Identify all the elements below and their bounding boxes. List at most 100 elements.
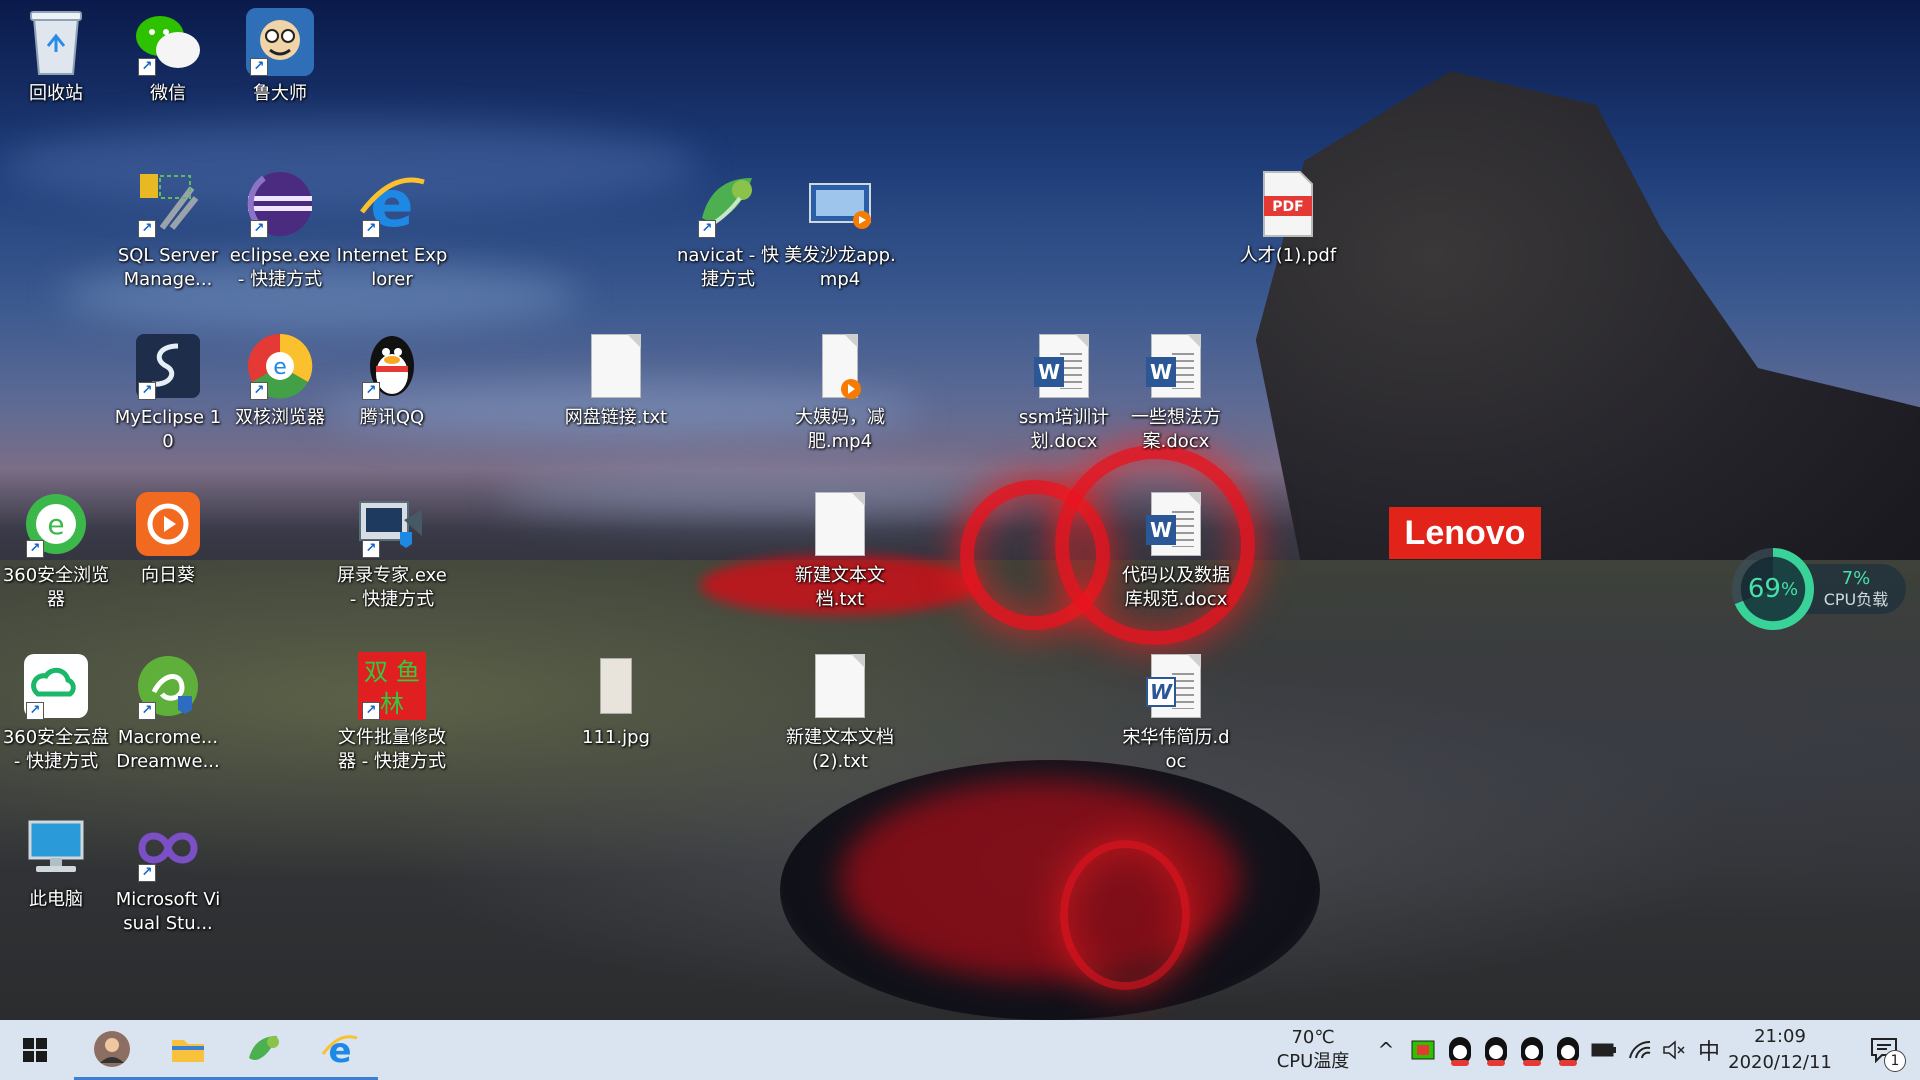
wallpaper-reflection [1060,840,1190,990]
desktop-icon-video-salon[interactable]: 美发沙龙app.mp4 [784,168,896,292]
document-page: W [1146,492,1201,556]
taskbar-navicat[interactable] [226,1020,302,1080]
internet-explorer-icon: e ↗ [356,168,428,240]
screen-recorder-icon: ↗ [356,488,428,560]
dreamweaver-icon: ↗ [132,650,204,722]
icon-label: 代码以及数据库规范.docx [1122,565,1230,610]
cpu-usage-gauge: 69% [1732,548,1814,630]
qq-penguin-icon: ↗ [356,330,428,402]
tray-qq-icon[interactable] [1479,1020,1513,1080]
desktop-icon-qq[interactable]: ↗ 腾讯QQ [336,330,448,430]
desktop-icon-recycle-bin[interactable]: 回收站 [0,6,112,106]
myeclipse-icon: ↗ [132,330,204,402]
shortcut-arrow-icon: ↗ [138,220,156,238]
shortcut-arrow-icon: ↗ [26,540,44,558]
desktop-icon-ideas-docx[interactable]: W 一些想法方案.docx [1120,330,1232,454]
folder-icon [172,1039,204,1062]
image-file-icon [580,650,652,722]
wifi-icon[interactable] [1623,1020,1657,1080]
tray-qq-icon[interactable] [1515,1020,1549,1080]
batch-rename-glyph-char: 林 [380,690,404,718]
desktop-icon-visual-studio[interactable]: ↗ Microsoft Visual Stu... [112,812,224,936]
text-file-icon [804,488,876,560]
cpu-usage-value: 69 [1747,574,1781,604]
desktop-icon-pdf[interactable]: PDF 人才(1).pdf [1232,168,1344,268]
start-button[interactable] [0,1020,70,1080]
taskbar: e 70℃ CPU温度 ^ 中 21:09 2020/12/11 1 [0,1020,1920,1080]
taskbar-internet-explorer[interactable]: e [302,1020,378,1080]
desktop-icon-myeclipse[interactable]: ↗ MyEclipse 10 [112,330,224,454]
word-icon: W [1146,357,1176,387]
wallpaper-cloud [500,470,1020,520]
tray-qq-icon[interactable] [1443,1020,1477,1080]
document-page [815,492,865,556]
computer-icon [20,812,92,884]
tray-qq-icon[interactable] [1551,1020,1585,1080]
icon-label: Internet Explorer [336,245,448,290]
desktop-icon-screen-recorder[interactable]: ↗ 屏录专家.exe - 快捷方式 [336,488,448,612]
360-cloud-icon: ↗ [20,650,92,722]
desktop-icon-resume-doc[interactable]: W 宋华伟简历.doc [1120,650,1232,774]
desktop-icon-ie[interactable]: e ↗ Internet Explorer [336,168,448,292]
ludashi-icon: ↗ [244,6,316,78]
shortcut-arrow-icon: ↗ [138,382,156,400]
document-page: W [1146,334,1201,398]
cpu-usage-percent-sign: % [1780,578,1799,600]
icon-label: 微信 [150,83,186,104]
action-center-button[interactable]: 1 [1854,1020,1914,1080]
desktop-icon-new-txt[interactable]: 新建文本文档.txt [784,488,896,612]
eclipse-icon: ↗ [244,168,316,240]
desktop-icon-sunflower[interactable]: 向日葵 [112,488,224,588]
image-thumbnail [600,658,632,714]
play-badge-icon [841,379,861,399]
desktop-icon-video-diet[interactable]: 大姨妈，减肥.mp4 [784,330,896,454]
desktop-icon-wechat[interactable]: ↗ 微信 [112,6,224,106]
tray-wechat-icon[interactable] [1406,1020,1440,1080]
sunflower-icon [132,488,204,560]
cpu-load-label: CPU负载 [1823,590,1889,609]
recycle-bin-icon [20,6,92,78]
icon-label: 大姨妈，减肥.mp4 [795,407,885,452]
taskbar-user-avatar[interactable] [74,1020,150,1080]
desktop-icon-this-pc[interactable]: 此电脑 [0,812,112,912]
desktop-icon-ssm-docx[interactable]: W ssm培训计划.docx [1008,330,1120,454]
desktop-icon-batch-rename[interactable]: 双鱼林 ↗ 文件批量修改器 - 快捷方式 [336,650,448,774]
shortcut-arrow-icon: ↗ [362,702,380,720]
icon-label: 文件批量修改器 - 快捷方式 [338,727,446,772]
desktop-icon-sql-server[interactable]: ↗ SQL Server Manage... [112,168,224,292]
desktop-icon-360-cloud[interactable]: ↗ 360安全云盘 - 快捷方式 [0,650,112,774]
icon-label: 新建文本文档.txt [795,565,885,610]
navicat-icon [249,1035,279,1060]
desktop-icon-new-txt-2[interactable]: 新建文本文档(2).txt [784,650,896,774]
navicat-icon: ↗ [692,168,764,240]
word-document-icon: W [1028,330,1100,402]
icon-label: 腾讯QQ [359,407,425,428]
battery-icon[interactable] [1587,1020,1621,1080]
icon-label: MyEclipse 10 [114,407,222,452]
icon-label: ssm培训计划.docx [1018,407,1110,452]
icon-label: 360安全云盘 - 快捷方式 [2,727,110,772]
volume-muted-icon[interactable] [1657,1020,1691,1080]
desktop-icon-360-browser[interactable]: e ↗ 360安全浏览器 [0,488,112,612]
desktop-icon-dreamweaver[interactable]: ↗ Macrome... Dreamwe... [112,650,224,774]
cpu-monitor-widget[interactable]: 7% CPU负载 69% [1728,548,1908,634]
svg-text:PDF: PDF [1272,199,1303,215]
icon-label: navicat - 快捷方式 [676,245,779,290]
desktop-icon-dual-browser[interactable]: e ↗ 双核浏览器 [224,330,336,430]
desktop-icon-jpg[interactable]: 111.jpg [560,650,672,750]
cpu-temperature[interactable]: 70℃ CPU温度 [1268,1026,1358,1074]
icon-label: 屏录专家.exe - 快捷方式 [337,565,447,610]
icon-label: Macrome... Dreamwe... [116,727,220,772]
internet-explorer-icon: e [321,1031,358,1068]
shortcut-arrow-icon: ↗ [250,58,268,76]
taskbar-clock[interactable]: 21:09 2020/12/11 [1720,1024,1840,1076]
desktop-icon-navicat[interactable]: ↗ navicat - 快捷方式 [672,168,784,292]
desktop-icon-ludashi[interactable]: ↗ 鲁大师 [224,6,336,106]
cpu-load-value: 7% [1841,568,1871,589]
taskbar-file-explorer[interactable] [150,1020,226,1080]
desktop-icon-eclipse[interactable]: ↗ eclipse.exe - 快捷方式 [224,168,336,292]
desktop-icon-netdisk-txt[interactable]: 网盘链接.txt [560,330,672,430]
visual-studio-icon: ↗ [132,812,204,884]
tray-overflow-chevron-icon[interactable]: ^ [1372,1020,1400,1080]
desktop-icon-code-docx[interactable]: W 代码以及数据库规范.docx [1120,488,1232,612]
